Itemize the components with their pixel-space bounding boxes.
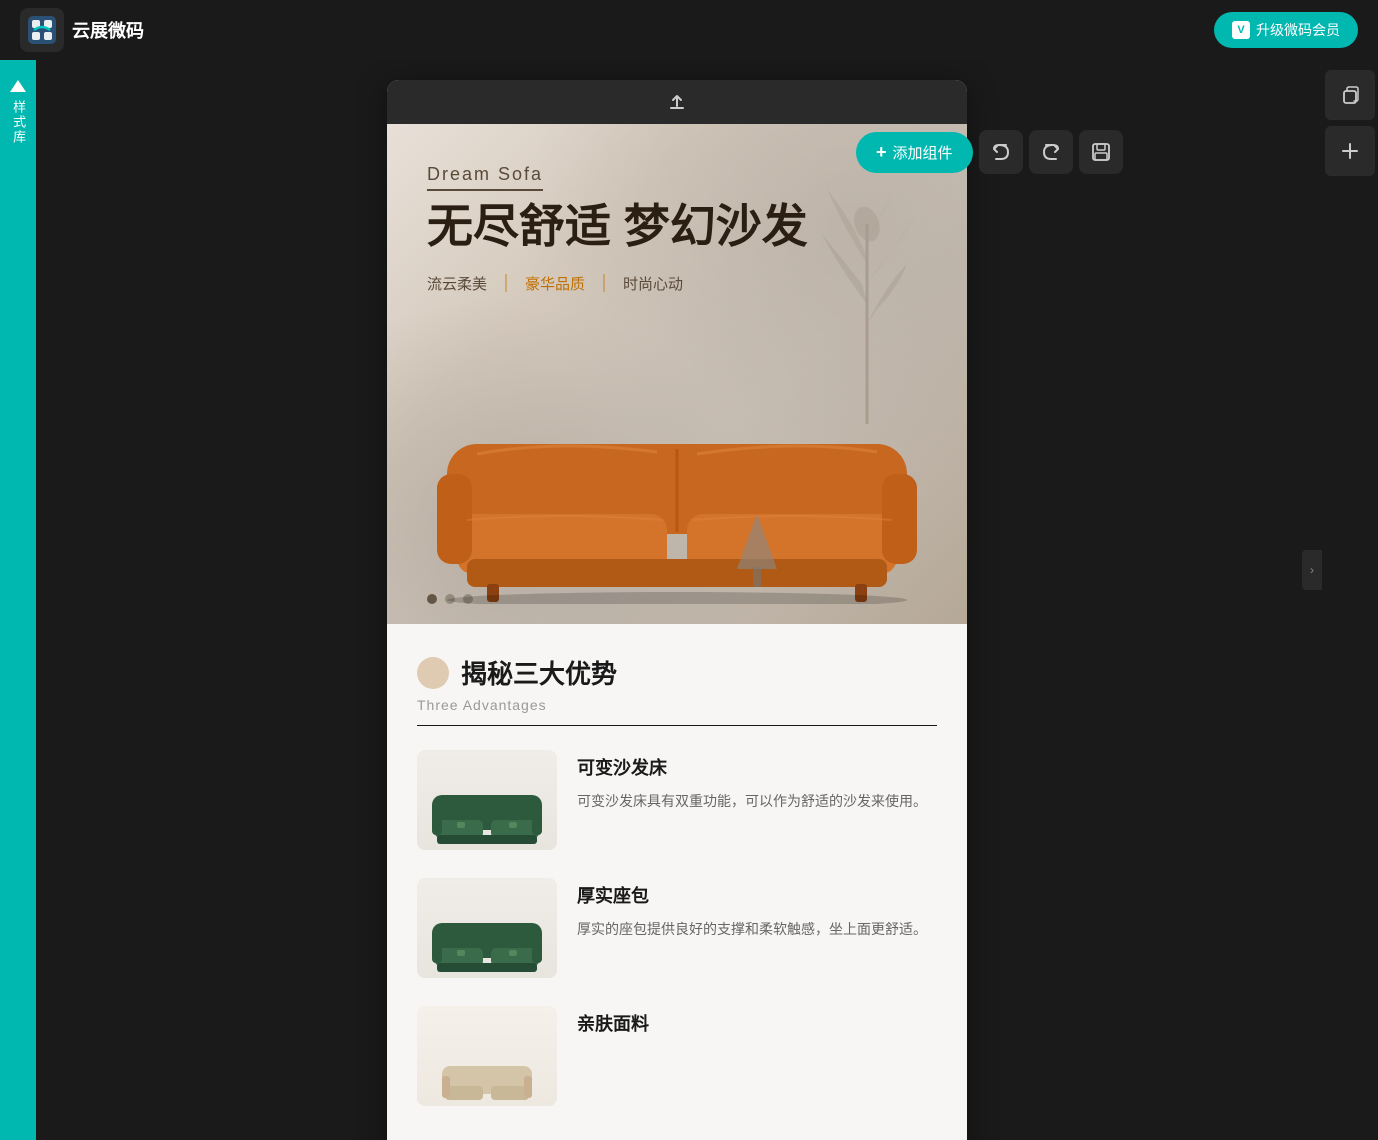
feature-desc-2: 厚实的座包提供良好的支撑和柔软触感，坐上面更舒适。	[577, 918, 937, 942]
toolbar: + 添加组件	[856, 130, 1123, 174]
tag-3: 时尚心动	[623, 273, 683, 294]
left-sidebar: 样式库	[0, 60, 36, 1140]
mini-sofa-1	[427, 780, 547, 850]
section-dot	[417, 657, 449, 689]
add-component-button[interactable]: + 添加组件	[856, 132, 973, 173]
hero-title: 无尽舒适 梦幻沙发	[427, 199, 808, 254]
logo-area: 云展微码	[20, 8, 144, 52]
phone-frame: Dream Sofa 无尽舒适 梦幻沙发 流云柔美 ｜ 豪华品质 ｜ 时尚心动	[387, 80, 967, 1140]
advantages-section: 揭秘三大优势 Three Advantages	[387, 624, 967, 1140]
hero-tags: 流云柔美 ｜ 豪华品质 ｜ 时尚心动	[427, 270, 808, 296]
logo-icon	[20, 8, 64, 52]
hero-subtitle: Dream Sofa	[427, 164, 543, 191]
feature-item-3: 亲肤面料	[417, 1006, 937, 1106]
section-header: 揭秘三大优势 Three Advantages	[417, 654, 937, 726]
mini-sofa-3	[437, 1056, 537, 1106]
chevron-right-icon: ›	[1310, 563, 1314, 577]
vip-icon: V	[1232, 21, 1250, 39]
feature-text-2: 厚实座包 厚实的座包提供良好的支撑和柔软触感，坐上面更舒适。	[577, 878, 937, 942]
canvas-area: + 添加组件	[36, 60, 1378, 1140]
main-sofa-image	[427, 384, 927, 604]
redo-button[interactable]	[1029, 130, 1073, 174]
sidebar-triangle-icon	[10, 80, 26, 92]
feature-desc-1: 可变沙发床具有双重功能，可以作为舒适的沙发来使用。	[577, 790, 937, 814]
divider-1: ｜	[497, 270, 515, 296]
feature-image-3	[417, 1006, 557, 1106]
feature-image-2	[417, 878, 557, 978]
sofa-image-area	[387, 384, 967, 604]
feature-text-1: 可变沙发床 可变沙发床具有双重功能，可以作为舒适的沙发来使用。	[577, 750, 937, 814]
hero-text-area: Dream Sofa 无尽舒适 梦幻沙发 流云柔美 ｜ 豪华品质 ｜ 时尚心动	[427, 164, 808, 296]
top-bar: 云展微码 V 升级微码会员	[0, 0, 1378, 60]
hero-banner: Dream Sofa 无尽舒适 梦幻沙发 流云柔美 ｜ 豪华品质 ｜ 时尚心动	[387, 124, 967, 624]
panel-add-button[interactable]	[1325, 126, 1375, 176]
tag-1: 流云柔美	[427, 273, 487, 294]
mini-sofa-2	[427, 908, 547, 978]
feature-title-2: 厚实座包	[577, 882, 937, 908]
feature-item-1: 可变沙发床 可变沙发床具有双重功能，可以作为舒适的沙发来使用。	[417, 750, 937, 850]
section-subtitle: Three Advantages	[417, 697, 937, 726]
panel-copy-button[interactable]	[1325, 70, 1375, 120]
sidebar-label[interactable]: 样式库	[9, 100, 27, 145]
logo-text: 云展微码	[72, 17, 144, 43]
undo-button[interactable]	[979, 130, 1023, 174]
divider-2: ｜	[595, 270, 613, 296]
section-title-row: 揭秘三大优势	[417, 654, 937, 691]
feature-title-3: 亲肤面料	[577, 1010, 937, 1036]
feature-text-3: 亲肤面料	[577, 1006, 937, 1046]
feature-item-2: 厚实座包 厚实的座包提供良好的支撑和柔软触感，坐上面更舒适。	[417, 878, 937, 978]
upgrade-button[interactable]: V 升级微码会员	[1214, 12, 1358, 48]
tag-2: 豪华品质	[525, 273, 585, 294]
section-title: 揭秘三大优势	[461, 654, 617, 691]
save-button[interactable]	[1079, 130, 1123, 174]
plus-icon: +	[876, 142, 887, 163]
expand-panel-button[interactable]: ›	[1302, 550, 1322, 590]
feature-title-1: 可变沙发床	[577, 754, 937, 780]
right-panel	[1322, 60, 1378, 178]
add-component-label: 添加组件	[893, 142, 953, 163]
feature-image-1	[417, 750, 557, 850]
upload-bar	[387, 80, 967, 124]
upgrade-label: 升级微码会员	[1256, 20, 1340, 40]
